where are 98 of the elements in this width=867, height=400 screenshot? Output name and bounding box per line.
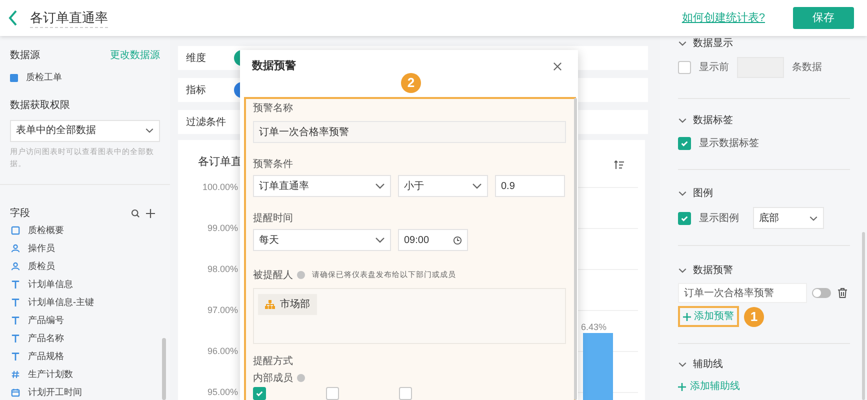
condition-field-select[interactable]: 订单直通率 [253,175,391,197]
y-tick-label: 95.00% [207,387,238,397]
field-item[interactable]: 操作员 [28,242,55,256]
checkbox[interactable] [678,61,691,74]
checkbox-label: 显示前 [699,61,729,75]
section-title: 图例 [693,187,713,201]
field-label: 内部成员 [253,372,293,386]
document-icon [11,226,20,235]
chevron-down-icon [678,268,687,273]
field-item[interactable]: 质检员 [28,260,55,274]
section-label: 字段 [10,206,30,220]
alert-name-field[interactable]: 订单一次合格率预警 [678,283,807,303]
close-icon[interactable] [553,62,562,70]
chart-bar [583,333,613,400]
permission-select[interactable]: 表单中的全部数据 [10,120,160,142]
alert-name-input[interactable]: 订单一次合格率预警 [253,121,566,143]
checkbox[interactable] [399,387,412,400]
row-label: 指标 [186,84,206,98]
chevron-down-icon [678,362,687,367]
person-icon [11,262,20,271]
plus-icon [683,312,691,320]
text-icon [11,280,20,289]
y-tick-label: 98.00% [207,264,238,274]
field-item[interactable]: 计划单信息 [28,278,73,292]
chevron-down-icon [678,118,687,123]
section-title: 辅助线 [693,358,723,372]
y-tick-label: 96.00% [207,346,238,356]
person-icon [11,244,20,253]
scrollbar[interactable] [162,338,166,400]
sort-icon[interactable] [614,160,624,170]
chevron-down-icon [678,41,687,46]
field-item[interactable]: 产品名称 [28,332,64,346]
bar-value-label: 6.43% [581,321,607,334]
search-icon[interactable] [131,208,140,218]
check-icon [680,214,689,222]
field-label: 预警名称 [253,102,294,115]
recipients-box[interactable]: 市场部 [253,288,566,344]
y-tick-label: 97.00% [207,305,238,315]
chevron-down-icon [375,183,385,189]
time-input[interactable]: 09:00 [398,229,468,251]
checkbox[interactable] [678,212,691,224]
checkbox[interactable] [253,387,266,400]
field-item[interactable]: 计划单信息-主键 [28,296,94,310]
checkbox-label: 条数据 [792,61,822,75]
y-tick-label: 99.00% [207,223,238,233]
clock-icon [453,236,462,244]
chevron-down-icon [472,183,482,189]
field-item[interactable]: 产品规格 [28,350,64,364]
scrollbar[interactable] [862,232,865,400]
field-item[interactable]: 计划开工时间 [28,386,82,400]
step-badge: 2 [401,73,421,93]
section-label: 数据获取权限 [10,98,71,112]
check-icon [255,389,264,398]
operator-select[interactable]: 小于 [398,175,488,197]
org-chart-icon [265,300,275,309]
plus-icon [678,382,686,390]
chevron-down-icon [678,191,687,196]
field-item[interactable]: 产品编号 [28,314,64,328]
text-icon [11,334,20,343]
toggle-switch[interactable] [812,288,831,298]
row-label: 过滤条件 [186,116,226,130]
recipient-chip[interactable]: 市场部 [258,294,317,315]
text-icon [11,352,20,361]
field-label: 提醒方式 [253,354,294,368]
chevron-down-icon [809,216,818,220]
text-icon [11,316,20,325]
section-label: 数据源 [10,49,40,63]
legend-position-select[interactable]: 底部 [753,207,824,229]
field-label: 预警条件 [253,158,294,171]
dialog-title: 数据预警 [252,58,296,74]
checkbox[interactable] [10,74,18,82]
add-icon[interactable] [146,208,155,218]
datasource-label: 质检工单 [26,71,62,84]
field-label: 被提醒人 [253,268,293,282]
trash-icon[interactable] [838,288,847,298]
checkbox-label: 显示数据标签 [699,136,759,151]
checkbox-label: 显示图例 [699,212,739,226]
check-icon [680,139,689,148]
checkbox[interactable] [678,137,691,150]
checkbox[interactable] [326,387,339,400]
section-title: 数据预警 [693,264,733,278]
chevron-down-icon [375,237,385,243]
field-item[interactable]: 生产计划数 [28,368,73,382]
back-icon[interactable] [8,10,18,26]
calendar-icon [11,388,20,397]
section-title: 数据显示 [693,37,733,51]
page-title: 各订单直通率 [30,8,108,28]
step-badge: 1 [744,306,764,326]
chevron-down-icon [145,128,154,133]
text-icon [11,298,20,307]
hash-icon [11,370,20,379]
frequency-select[interactable]: 每天 [253,229,391,251]
field-item[interactable]: 质检概要 [28,224,64,238]
section-title: 数据标签 [693,114,733,128]
field-label: 提醒时间 [253,212,294,225]
row-label: 维度 [186,52,206,66]
y-tick-label: 100.00% [202,182,238,192]
threshold-input[interactable]: 0.9 [495,175,565,197]
